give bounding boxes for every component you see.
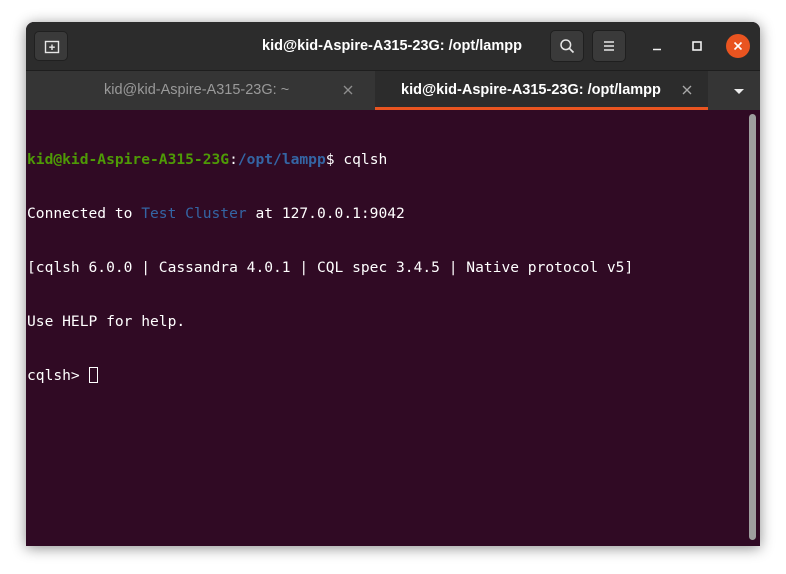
prompt-colon: : <box>229 151 238 168</box>
cluster-name: Test Cluster <box>141 205 247 222</box>
minimize-icon <box>653 48 661 51</box>
search-button[interactable] <box>550 30 584 62</box>
cqlsh-prompt: cqlsh> <box>27 367 89 384</box>
version-line: [cqlsh 6.0.0 | Cassandra 4.0.1 | CQL spe… <box>27 259 634 276</box>
hamburger-menu-icon <box>604 41 614 51</box>
connected-suffix: at 127.0.0.1:9042 <box>246 205 405 222</box>
close-icon <box>733 41 743 51</box>
maximize-button[interactable] <box>685 34 709 58</box>
terminal-output[interactable]: kid@kid-Aspire-A315-23G:/opt/lampp$ cqls… <box>26 110 760 546</box>
help-line: Use HELP for help. <box>27 313 186 330</box>
maximize-icon <box>692 41 702 51</box>
chevron-down-icon[interactable] <box>732 86 746 96</box>
tab-lampp[interactable]: kid@kid-Aspire-A315-23G: /opt/lampp <box>375 71 708 110</box>
connected-prefix: Connected to <box>27 205 142 222</box>
prompt-symbol: $ <box>325 151 335 168</box>
terminal-lines: kid@kid-Aspire-A315-23G:/opt/lampp$ cqls… <box>27 115 633 421</box>
tab-label: kid@kid-Aspire-A315-23G: /opt/lampp <box>401 82 661 98</box>
scrollbar[interactable] <box>749 114 756 540</box>
prompt-user-host: kid@kid-Aspire-A315-23G <box>27 151 230 168</box>
cqlsh-prompt-line: cqlsh> <box>27 367 633 385</box>
new-tab-button[interactable] <box>34 31 68 61</box>
close-button[interactable] <box>726 34 750 58</box>
connected-line: Connected to Test Cluster at 127.0.0.1:9… <box>27 205 633 223</box>
tab-close-icon[interactable] <box>681 84 693 96</box>
terminal-window: kid@kid-Aspire-A315-23G: /opt/lampp kid@… <box>26 22 760 546</box>
tab-home[interactable]: kid@kid-Aspire-A315-23G: ~ <box>26 71 375 110</box>
new-tab-icon <box>44 40 60 54</box>
search-icon <box>560 39 575 54</box>
command-text: cqlsh <box>334 151 388 168</box>
tab-close-icon[interactable] <box>342 84 354 96</box>
minimize-button[interactable] <box>645 34 669 58</box>
header-bar: kid@kid-Aspire-A315-23G: /opt/lampp <box>26 22 760 70</box>
text-cursor <box>88 367 98 383</box>
menu-button[interactable] <box>592 30 626 62</box>
prompt-path: /opt/lampp <box>237 151 326 168</box>
tab-label: kid@kid-Aspire-A315-23G: ~ <box>104 82 290 98</box>
window-title: kid@kid-Aspire-A315-23G: /opt/lampp <box>262 38 522 54</box>
tab-bar: kid@kid-Aspire-A315-23G: ~ kid@kid-Aspir… <box>26 70 760 110</box>
prompt-line: kid@kid-Aspire-A315-23G:/opt/lampp$ cqls… <box>27 151 633 169</box>
